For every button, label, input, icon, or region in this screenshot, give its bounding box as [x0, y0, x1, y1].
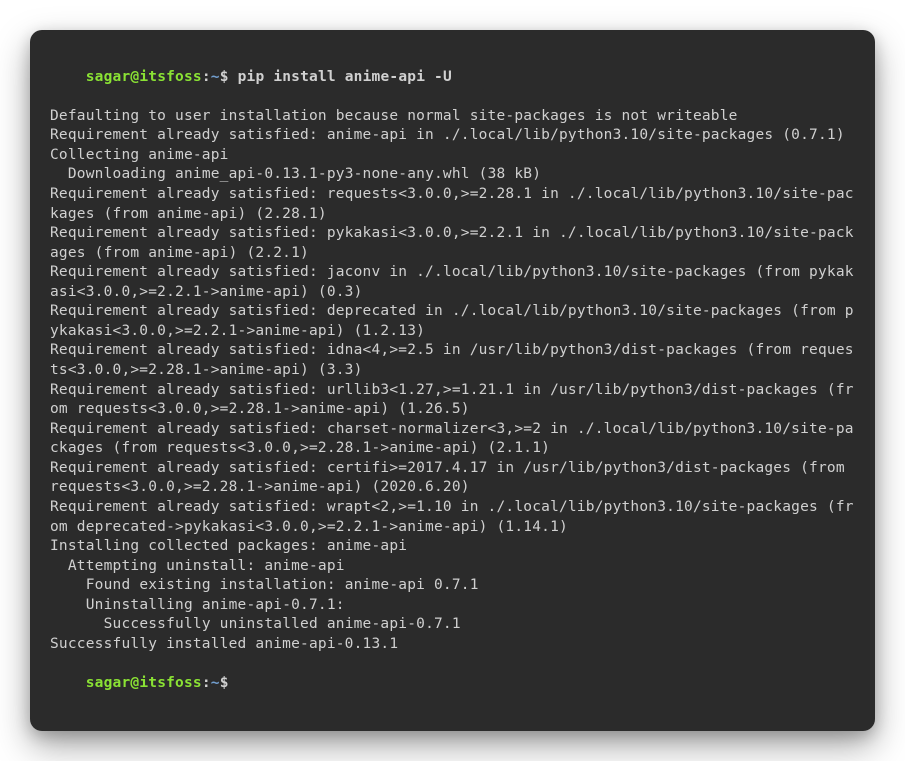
- output-line: Requirement already satisfied: urllib3<1…: [50, 381, 855, 420]
- output-line: Installing collected packages: anime-api: [50, 537, 855, 557]
- output-line: Collecting anime-api: [50, 146, 855, 166]
- command-text: pip install anime-api -U: [238, 69, 452, 85]
- prompt-dollar: $: [220, 675, 229, 691]
- terminal-output: Defaulting to user installation because …: [50, 107, 855, 655]
- output-line: Requirement already satisfied: wrapt<2,>…: [50, 498, 855, 537]
- prompt-user: sagar: [86, 675, 131, 691]
- output-line: Requirement already satisfied: idna<4,>=…: [50, 341, 855, 380]
- output-line: Successfully installed anime-api-0.13.1: [50, 635, 855, 655]
- prompt-colon: :: [202, 675, 211, 691]
- terminal-window[interactable]: sagar@itsfoss:~$ pip install anime-api -…: [30, 30, 875, 731]
- output-line: Attempting uninstall: anime-api: [50, 557, 855, 577]
- prompt-at: @: [130, 69, 139, 85]
- output-line: Downloading anime_api-0.13.1-py3-none-an…: [50, 165, 855, 185]
- output-line: Uninstalling anime-api-0.7.1:: [50, 596, 855, 616]
- output-line: Requirement already satisfied: requests<…: [50, 185, 855, 224]
- prompt-host: itsfoss: [139, 675, 202, 691]
- output-line: Found existing installation: anime-api 0…: [50, 576, 855, 596]
- output-line: Requirement already satisfied: pykakasi<…: [50, 224, 855, 263]
- prompt-dollar: $: [220, 69, 229, 85]
- prompt-user: sagar: [86, 69, 131, 85]
- output-line: Requirement already satisfied: charset-n…: [50, 420, 855, 459]
- output-line: Successfully uninstalled anime-api-0.7.1: [50, 615, 855, 635]
- prompt-colon: :: [202, 69, 211, 85]
- output-line: Requirement already satisfied: deprecate…: [50, 302, 855, 341]
- prompt-host: itsfoss: [139, 69, 202, 85]
- output-line: Requirement already satisfied: certifi>=…: [50, 459, 855, 498]
- prompt-line-2[interactable]: sagar@itsfoss:~$: [50, 654, 855, 713]
- output-line: Defaulting to user installation because …: [50, 107, 855, 127]
- output-line: Requirement already satisfied: anime-api…: [50, 126, 855, 146]
- prompt-line-1: sagar@itsfoss:~$ pip install anime-api -…: [50, 48, 855, 107]
- prompt-path: ~: [211, 675, 220, 691]
- prompt-path: ~: [211, 69, 220, 85]
- prompt-at: @: [130, 675, 139, 691]
- output-line: Requirement already satisfied: jaconv in…: [50, 263, 855, 302]
